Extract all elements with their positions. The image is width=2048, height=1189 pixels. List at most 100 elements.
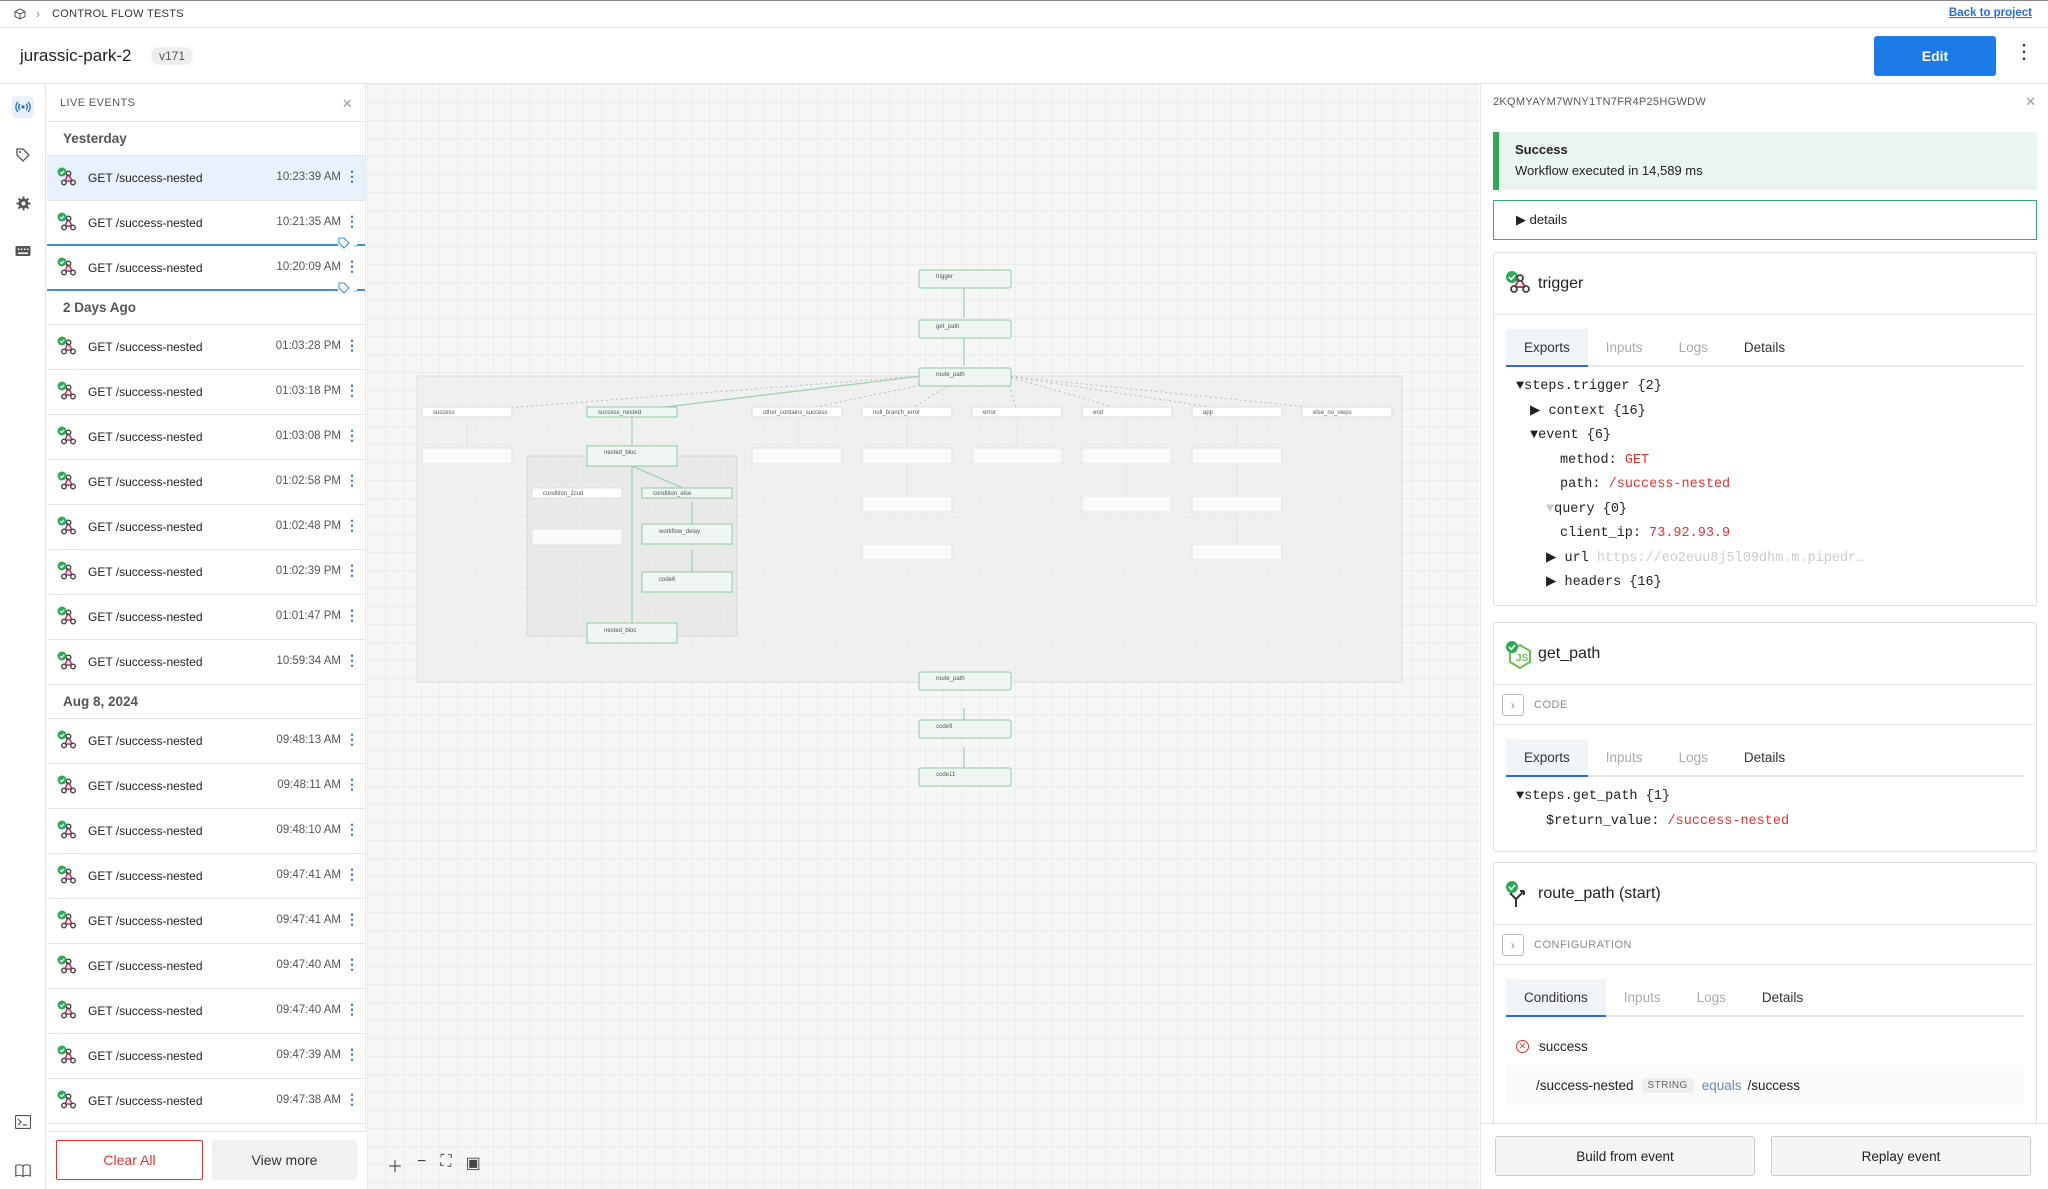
- tree-node-headers[interactable]: ▶ headers {16}: [1516, 571, 2036, 596]
- event-menu-icon[interactable]: ⋮: [345, 382, 359, 399]
- details-toggle[interactable]: ▶ details: [1493, 200, 2037, 240]
- event-menu-icon[interactable]: ⋮: [345, 337, 359, 354]
- event-row[interactable]: GET /success-nested 01:03:08 PM ⋮: [47, 415, 365, 460]
- zoom-in-icon[interactable]: ＋: [387, 1153, 403, 1177]
- event-row[interactable]: GET /success-nested 10:20:09 AM ⋮ -: [47, 246, 365, 297]
- event-menu-icon[interactable]: ⋮: [345, 607, 359, 624]
- event-menu-icon[interactable]: ⋮: [345, 258, 359, 275]
- docs-book-icon[interactable]: [12, 1159, 34, 1181]
- tab-exports[interactable]: Exports: [1506, 329, 1588, 367]
- event-menu-icon[interactable]: ⋮: [345, 472, 359, 489]
- event-row[interactable]: GET /success-nested 09:47:40 AM ⋮: [47, 989, 365, 1034]
- tree-leaf-method: method: GET: [1560, 452, 1650, 468]
- event-row[interactable]: GET /success-nested 09:47:40 AM ⋮: [47, 944, 365, 989]
- tree-node-query[interactable]: ▼query {0}: [1516, 498, 2036, 523]
- close-icon[interactable]: ✕: [342, 96, 353, 112]
- view-more-button[interactable]: View more: [212, 1140, 357, 1180]
- detail-scroll-area[interactable]: Success Workflow executed in 14,589 ms ▶…: [1481, 122, 2048, 1124]
- event-menu-icon[interactable]: ⋮: [345, 562, 359, 579]
- step-tabs: Exports Inputs Logs Details: [1506, 739, 2024, 777]
- tab-inputs[interactable]: Inputs: [1588, 329, 1661, 367]
- event-menu-icon[interactable]: ⋮: [345, 776, 359, 793]
- svg-text:JS: JS: [1516, 653, 1529, 664]
- event-row[interactable]: GET /success-nested 09:47:38 AM ⋮: [47, 1079, 365, 1124]
- event-time: 09:47:38 AM: [276, 1094, 341, 1106]
- tree-node-context[interactable]: ▶ context {16}: [1516, 400, 2036, 425]
- event-menu-icon[interactable]: ⋮: [345, 821, 359, 838]
- tab-inputs[interactable]: Inputs: [1588, 739, 1661, 777]
- event-menu-icon[interactable]: ⋮: [345, 1046, 359, 1063]
- event-row[interactable]: GET /success-nested 10:23:39 AM ⋮: [47, 156, 365, 201]
- tab-inputs[interactable]: Inputs: [1606, 979, 1679, 1017]
- project-cube-icon[interactable]: [14, 8, 26, 20]
- tab-details[interactable]: Details: [1744, 979, 1821, 1017]
- webhook-success-icon: [57, 336, 76, 355]
- tree-node-event[interactable]: ▼event {6}: [1516, 424, 2036, 449]
- event-row[interactable]: GET /success-nested 09:48:10 AM ⋮: [47, 809, 365, 854]
- tab-details[interactable]: Details: [1726, 739, 1803, 777]
- step-header[interactable]: route_path (start): [1494, 863, 2036, 925]
- webhook-success-icon: [57, 381, 76, 400]
- svg-text:code9: code9: [936, 724, 953, 730]
- exports-tree: ▼steps.get_path {1} $return_value: /succ…: [1494, 777, 2036, 844]
- code-section-toggle[interactable]: › CODE: [1494, 685, 2036, 725]
- event-row[interactable]: GET /success-nested 01:03:28 PM ⋮: [47, 325, 365, 370]
- event-menu-icon[interactable]: ⋮: [345, 213, 359, 230]
- event-menu-icon[interactable]: ⋮: [345, 911, 359, 928]
- replay-event-button[interactable]: Replay event: [1771, 1136, 2031, 1176]
- workflow-canvas[interactable]: trigger get_path route_path success succ…: [367, 84, 1479, 1189]
- keyboard-icon[interactable]: [12, 240, 34, 262]
- event-menu-icon[interactable]: ⋮: [345, 168, 359, 185]
- event-row[interactable]: GET /success-nested 01:01:47 PM ⋮: [47, 595, 365, 640]
- event-row[interactable]: GET /success-nested 01:03:18 PM ⋮: [47, 370, 365, 415]
- build-from-event-button[interactable]: Build from event: [1495, 1136, 1755, 1176]
- live-events-icon[interactable]: [12, 96, 34, 118]
- event-menu-icon[interactable]: ⋮: [345, 866, 359, 883]
- tag-icon[interactable]: -: [338, 282, 357, 297]
- clear-all-button[interactable]: Clear All: [56, 1140, 203, 1180]
- tab-conditions[interactable]: Conditions: [1506, 979, 1606, 1017]
- tree-node-root[interactable]: ▼steps.get_path {1}: [1516, 785, 2036, 810]
- event-path: GET /success-nested: [88, 869, 203, 883]
- breadcrumb-project[interactable]: CONTROL FLOW TESTS: [52, 8, 184, 20]
- tree-node-url[interactable]: ▶ url https://eo2euu8j5l09dhm.m.pipedr…: [1516, 547, 2036, 572]
- event-row[interactable]: GET /success-nested 01:02:39 PM ⋮: [47, 550, 365, 595]
- tag-icon[interactable]: [12, 144, 34, 166]
- event-row[interactable]: GET /success-nested 10:21:35 AM ⋮ -: [47, 201, 365, 252]
- tab-logs[interactable]: Logs: [1679, 979, 1744, 1017]
- event-row[interactable]: GET /success-nested 01:02:58 PM ⋮: [47, 460, 365, 505]
- tree-node-root[interactable]: ▼steps.trigger {2}: [1516, 375, 2036, 400]
- close-icon[interactable]: ✕: [2025, 94, 2036, 110]
- gear-icon[interactable]: [12, 192, 34, 214]
- event-row[interactable]: GET /success-nested 09:48:13 AM ⋮: [47, 719, 365, 764]
- zoom-out-icon[interactable]: −: [417, 1153, 426, 1177]
- back-to-project-link[interactable]: Back to project: [1949, 7, 2032, 19]
- minimap-icon[interactable]: ▣: [466, 1153, 481, 1177]
- event-menu-icon[interactable]: ⋮: [345, 1091, 359, 1108]
- event-menu-icon[interactable]: ⋮: [345, 517, 359, 534]
- step-header[interactable]: trigger: [1494, 253, 2036, 315]
- fit-view-icon[interactable]: ⛶: [440, 1153, 451, 1177]
- event-row[interactable]: GET /success-nested 09:47:39 AM ⋮: [47, 1034, 365, 1079]
- event-row[interactable]: GET /success-nested 09:47:41 AM ⋮: [47, 854, 365, 899]
- tab-logs[interactable]: Logs: [1661, 739, 1726, 777]
- event-menu-icon[interactable]: ⋮: [345, 731, 359, 748]
- terminal-icon[interactable]: [12, 1111, 34, 1133]
- event-menu-icon[interactable]: ⋮: [345, 427, 359, 444]
- event-menu-icon[interactable]: ⋮: [345, 1001, 359, 1018]
- tab-logs[interactable]: Logs: [1661, 329, 1726, 367]
- app: › CONTROL FLOW TESTS Back to project jur…: [0, 0, 2048, 1189]
- event-menu-icon[interactable]: ⋮: [345, 956, 359, 973]
- more-options-icon[interactable]: ⋮: [2014, 42, 2034, 62]
- condition-operator: equals: [1701, 1077, 1742, 1093]
- configuration-section-toggle[interactable]: › CONFIGURATION: [1494, 925, 2036, 965]
- tab-exports[interactable]: Exports: [1506, 739, 1588, 777]
- event-menu-icon[interactable]: ⋮: [345, 652, 359, 669]
- event-row[interactable]: GET /success-nested 01:02:48 PM ⋮: [47, 505, 365, 550]
- edit-button[interactable]: Edit: [1874, 36, 1996, 76]
- event-row[interactable]: GET /success-nested 10:59:34 AM ⋮: [47, 640, 365, 685]
- step-header[interactable]: JS get_path: [1494, 623, 2036, 685]
- event-row[interactable]: GET /success-nested 09:47:41 AM ⋮: [47, 899, 365, 944]
- tab-details[interactable]: Details: [1726, 329, 1803, 367]
- event-row[interactable]: GET /success-nested 09:48:11 AM ⋮: [47, 764, 365, 809]
